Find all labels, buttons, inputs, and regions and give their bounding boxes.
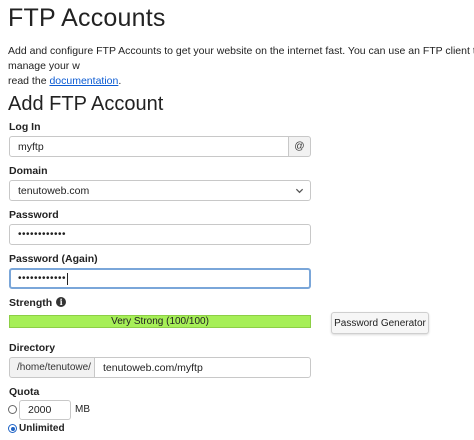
domain-select[interactable]: tenutoweb.com: [9, 180, 311, 201]
password-again-value: ••••••••••••: [18, 273, 67, 284]
intro-text: Add and configure FTP Accounts to get yo…: [8, 44, 474, 89]
intro-line-1: Add and configure FTP Accounts to get yo…: [8, 45, 474, 72]
intro-line-2: read the: [8, 75, 50, 87]
domain-value: tenutoweb.com: [18, 184, 90, 197]
quota-value: 2000: [28, 404, 52, 416]
password-value: ••••••••••••: [18, 229, 67, 240]
section-title: Add FTP Account: [8, 93, 164, 115]
password-again-input[interactable]: ••••••••••••: [9, 268, 311, 289]
strength-label-row: Strength i: [9, 297, 67, 309]
strength-label: Strength: [9, 297, 53, 309]
page-title: FTP Accounts: [8, 4, 166, 32]
login-label: Log In: [9, 121, 41, 133]
directory-label: Directory: [9, 342, 56, 354]
at-addon: @: [288, 136, 311, 157]
quota-label: Quota: [9, 386, 40, 398]
intro-end: .: [118, 75, 122, 87]
login-value: myftp: [18, 140, 44, 153]
password-generator-button[interactable]: Password Generator: [331, 312, 429, 334]
quota-unlimited-radio[interactable]: [8, 424, 17, 433]
directory-input[interactable]: tenutoweb.com/myftp: [94, 357, 311, 378]
info-icon[interactable]: i: [56, 297, 67, 307]
quota-limited-radio[interactable]: [8, 405, 17, 414]
text-caret: [67, 272, 69, 285]
documentation-link[interactable]: documentation: [49, 75, 118, 87]
chevron-down-icon: [295, 188, 304, 194]
directory-value: tenutoweb.com/myftp: [103, 361, 203, 374]
password-label: Password: [9, 209, 59, 221]
quota-unit: MB: [75, 404, 90, 415]
directory-prefix: /home/tenutowe/: [9, 357, 95, 378]
password-again-label: Password (Again): [9, 253, 98, 265]
quota-unlimited-label[interactable]: Unlimited: [19, 423, 65, 434]
domain-label: Domain: [9, 165, 48, 177]
strength-meter: Very Strong (100/100): [9, 315, 311, 328]
password-input[interactable]: ••••••••••••: [9, 224, 311, 245]
login-input[interactable]: myftp: [9, 136, 289, 157]
quota-input[interactable]: 2000: [19, 400, 71, 420]
